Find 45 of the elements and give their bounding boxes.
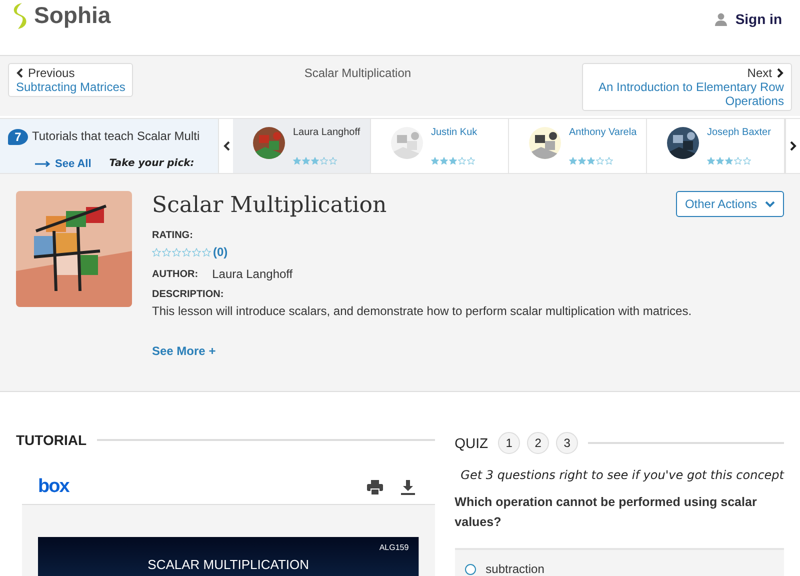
- sign-in-button[interactable]: Sign in: [709, 10, 788, 28]
- question-step[interactable]: 1: [498, 432, 520, 454]
- arrow-right-icon: [35, 160, 51, 166]
- other-actions-dropdown[interactable]: Other Actions: [676, 191, 784, 217]
- chevron-down-icon: [765, 200, 775, 208]
- author-label: AUTHOR:: [152, 268, 198, 280]
- section-heading: QUIZ: [454, 435, 488, 451]
- box-logo: box: [38, 476, 69, 498]
- question-step[interactable]: 2: [527, 432, 550, 454]
- strip-title: Tutorials that teach Scalar Multi: [32, 129, 201, 145]
- radio-button[interactable]: [464, 564, 476, 574]
- chevron-left-icon: [222, 141, 230, 151]
- rating-count: (0): [213, 245, 228, 259]
- description-text: This lesson will introduce scalars, and demonstrate how to perform scalar multiplication with matrices.: [152, 304, 693, 318]
- logo-text: Sophia: [34, 2, 111, 29]
- author-name: Joseph Baxter: [707, 127, 771, 138]
- question-step[interactable]: 3: [556, 432, 578, 454]
- question-text: Which operation cannot be performed using scalar values?: [454, 494, 758, 531]
- download-icon[interactable]: [400, 480, 415, 494]
- next-lesson-button[interactable]: Next An Introduction to Elementary Row Operations: [582, 63, 792, 111]
- print-icon[interactable]: [366, 480, 383, 494]
- tagline: Take your pick:: [109, 158, 194, 169]
- rating-label: RATING:: [152, 230, 194, 241]
- tutorial-card[interactable]: Laura Langhoff: [233, 119, 371, 173]
- slide-title: SCALAR MULTIPLICATION: [148, 556, 309, 572]
- count-badge: 7: [8, 129, 28, 145]
- slide-code: ALG159: [379, 543, 409, 552]
- current-lesson-title: Scalar Multiplication: [304, 66, 412, 80]
- section-heading: TUTORIAL: [16, 432, 87, 448]
- author-name: Laura Langhoff: [212, 267, 293, 281]
- answer-option[interactable]: subtraction: [464, 562, 544, 576]
- person-icon: [715, 12, 728, 26]
- chevron-right-icon: [790, 141, 796, 151]
- chevron-left-icon: [16, 68, 23, 78]
- author-name: Laura Langhoff: [293, 127, 360, 138]
- quiz-tagline: Get 3 questions right to see if you've got this concept: [460, 468, 784, 482]
- scroll-left-button[interactable]: [218, 119, 233, 173]
- description-label: DESCRIPTION:: [152, 289, 225, 300]
- author-name: Justin Kuk: [431, 127, 478, 138]
- chevron-right-icon: [776, 68, 784, 78]
- previous-lesson-button[interactable]: Previous Subtracting Matrices: [8, 63, 134, 97]
- see-all-link[interactable]: See All: [35, 158, 92, 170]
- lesson-title: Scalar Multiplication: [152, 192, 387, 218]
- see-more-link[interactable]: See More +: [152, 344, 216, 358]
- author-name: Anthony Varela: [569, 127, 637, 138]
